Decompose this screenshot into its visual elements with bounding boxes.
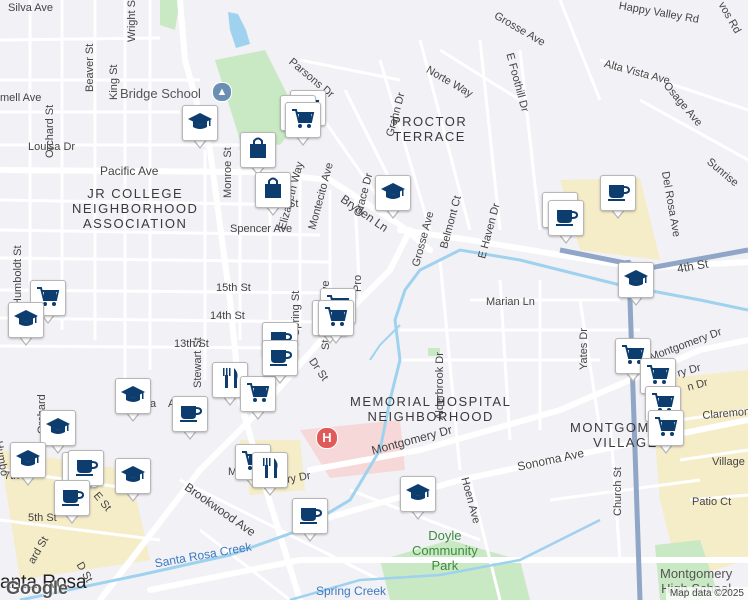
cafe-icon: [59, 483, 85, 514]
school-marker[interactable]: [618, 262, 654, 306]
school-icon: [120, 461, 146, 492]
grocery-marker[interactable]: [648, 410, 684, 454]
street-label: Yates Dr: [578, 328, 590, 370]
street-label: Beaver St: [84, 43, 96, 92]
bag-icon: [260, 175, 286, 206]
map-attribution[interactable]: Map data ©2025: [665, 587, 748, 600]
school-icon: [13, 305, 39, 336]
street-label: 15th St: [216, 282, 251, 294]
cafe-icon: [605, 178, 631, 209]
street-label: King St: [108, 64, 120, 100]
grocery-marker[interactable]: [285, 102, 321, 146]
school-marker[interactable]: [10, 442, 46, 486]
cafe-icon: [267, 343, 293, 374]
cafe-icon: [553, 203, 579, 234]
street-label: Humboldt St: [12, 245, 24, 306]
grocery-icon: [653, 413, 679, 444]
map-canvas[interactable]: Silva Ave Wright St Beaver St King St Or…: [0, 0, 748, 600]
street-label: Marian Ln: [486, 296, 535, 308]
street-label: Pacific Ave: [100, 164, 159, 178]
poi-label-doyle-park[interactable]: Doyle Community Park: [412, 528, 478, 573]
school-icon: [380, 178, 406, 209]
street-label: Wright St: [126, 0, 138, 42]
street-label: Village: [712, 456, 745, 468]
street-label: 5th St: [28, 512, 57, 524]
street-label: Church St: [612, 467, 624, 516]
cafe-marker[interactable]: [172, 396, 208, 440]
cafe-marker[interactable]: [292, 498, 328, 542]
street-label: Silva Ave: [8, 2, 54, 14]
school-marker[interactable]: [8, 302, 44, 346]
grocery-icon: [290, 105, 316, 136]
grocery-icon: [323, 303, 349, 334]
water-label: Spring Creek: [316, 584, 387, 598]
cafe-icon: [73, 453, 99, 484]
restaurant-icon: [257, 455, 283, 486]
school-icon: [15, 445, 41, 476]
cafe-marker[interactable]: [54, 480, 90, 524]
neighborhood-label: JR COLLEGE NEIGHBORHOOD ASSOCIATION: [72, 186, 199, 231]
school-icon: [405, 479, 431, 510]
grocery-marker[interactable]: [318, 300, 354, 344]
street-label: Monroe St: [222, 147, 234, 198]
school-icon: [45, 413, 71, 444]
street-label: Patio Ct: [692, 496, 732, 508]
school-marker[interactable]: [115, 458, 151, 502]
school-marker[interactable]: [400, 476, 436, 520]
poi-label-bridge-school[interactable]: Bridge School: [120, 86, 201, 101]
school-marker[interactable]: [375, 175, 411, 219]
bag-icon: [245, 135, 271, 166]
street-label: 14th St: [210, 310, 245, 322]
school-marker[interactable]: [182, 105, 218, 149]
restaurant-marker[interactable]: [252, 452, 288, 496]
school-icon: [187, 108, 213, 139]
school-marker[interactable]: [115, 378, 151, 422]
street-label: Louisa Dr: [28, 141, 76, 153]
cafe-marker[interactable]: [262, 340, 298, 384]
school-icon: [120, 381, 146, 412]
neighborhood-label: PROCTOR TERRACE: [392, 114, 468, 144]
cafe-icon: [297, 501, 323, 532]
bag-marker[interactable]: [255, 172, 291, 216]
cafe-icon: [177, 399, 203, 430]
street-label: mell Ave: [0, 92, 42, 104]
cafe-marker[interactable]: [548, 200, 584, 244]
street-label: Stewart St: [192, 337, 204, 388]
hospital-icon[interactable]: H: [316, 427, 338, 449]
neighborhood-label: MEMORIAL HOSPITAL NEIGHBORHOOD: [350, 394, 512, 424]
school-icon: [623, 265, 649, 296]
cafe-marker[interactable]: [600, 175, 636, 219]
school-pin-icon[interactable]: ▲: [212, 82, 232, 102]
google-logo: Google: [6, 578, 68, 598]
bag-marker[interactable]: [240, 132, 276, 176]
